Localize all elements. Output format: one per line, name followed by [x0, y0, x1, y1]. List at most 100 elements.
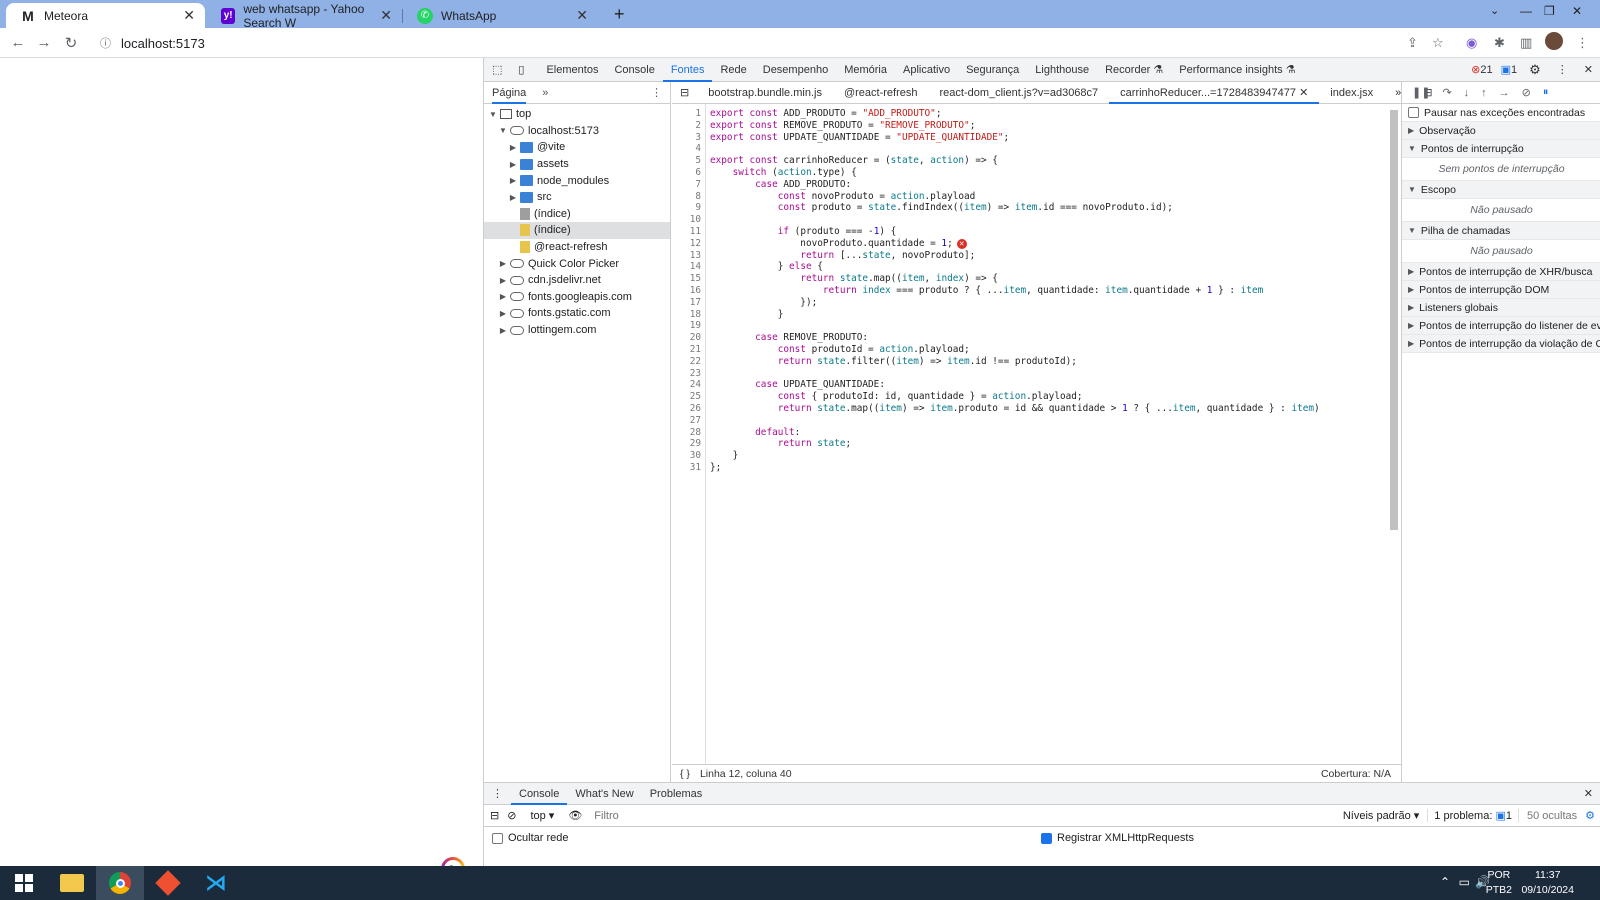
collapsed-triangle-icon[interactable]: ▶	[498, 292, 508, 301]
browser-tab-meteora[interactable]: M Meteora ✕	[6, 3, 205, 28]
extension-color-icon[interactable]: ◉	[1466, 35, 1477, 51]
code-line[interactable]: return state;	[710, 438, 851, 449]
tab-fontes[interactable]: Fontes	[662, 58, 713, 82]
profile-avatar[interactable]	[1545, 32, 1563, 50]
line-number[interactable]: 15	[690, 273, 701, 284]
console-settings-icon[interactable]: ⚙	[1585, 809, 1595, 822]
issues-counter[interactable]: 1 problema: ▣1	[1427, 809, 1519, 822]
line-number[interactable]: 23	[690, 368, 701, 379]
new-tab-button[interactable]: +	[614, 4, 625, 25]
code-line[interactable]: const produto = state.findIndex((item) =…	[710, 202, 1173, 213]
code-line[interactable]: const produtoId = action.playload;	[710, 344, 970, 355]
hide-network-checkbox[interactable]	[492, 832, 503, 844]
error-marker-icon[interactable]: ✕	[956, 238, 967, 249]
line-number[interactable]: 9	[695, 202, 701, 213]
bookmark-star-icon[interactable]: ☆	[1432, 35, 1444, 51]
browser-tab-yahoo[interactable]: y! web whatsapp - Yahoo Search W ✕	[207, 2, 403, 30]
step-out-icon[interactable]: ↑	[1481, 87, 1487, 99]
line-number[interactable]: 26	[690, 403, 701, 414]
debugger-section-header[interactable]: ▼ Pontos de interrupção	[1402, 140, 1600, 158]
tab-elementos[interactable]: Elementos	[538, 58, 606, 82]
pause-exceptions-checkbox[interactable]: Pausar nas exceções encontradas	[1402, 104, 1600, 122]
step-over-icon[interactable]: ↷	[1442, 86, 1451, 99]
sidebar-toggle-icon[interactable]: ⊟	[490, 809, 499, 822]
debugger-section-header[interactable]: ▶ Listeners globais	[1402, 299, 1600, 317]
code-line[interactable]: export const ADD_PRODUTO = "ADD_PRODUTO"…	[710, 108, 941, 119]
collapsed-triangle-icon[interactable]: ▶	[508, 143, 518, 152]
console-filter-input[interactable]	[590, 806, 1335, 825]
line-number[interactable]: 24	[690, 379, 701, 390]
back-icon[interactable]: ←	[8, 34, 28, 51]
line-number[interactable]: 20	[690, 332, 701, 343]
device-toolbar-icon[interactable]: ▯	[510, 58, 538, 82]
line-number[interactable]: 19	[690, 320, 701, 331]
line-number[interactable]: 8	[695, 191, 701, 202]
tab-console[interactable]: Console	[606, 58, 662, 82]
vscode-icon[interactable]: ⋊	[192, 866, 240, 900]
code-line[interactable]: return state.map((item) => item.produto …	[710, 403, 1320, 414]
editor-tab[interactable]: react-dom_client.js?v=ad3068c7	[928, 82, 1109, 104]
line-number[interactable]: 17	[690, 297, 701, 308]
language-indicator[interactable]: POR PTB2	[1486, 868, 1512, 898]
debugger-section-header[interactable]: ▶ Observação	[1402, 122, 1600, 140]
close-tab-icon[interactable]: ✕	[380, 8, 392, 22]
collapsed-triangle-icon[interactable]: ▶	[498, 259, 508, 268]
code-line[interactable]: return state.map((item, index) => {	[710, 273, 998, 284]
tree-item[interactable]: ▶ Quick Color Picker	[484, 255, 670, 272]
deactivate-breakpoints-icon[interactable]: ⊘	[1522, 86, 1531, 99]
tab-memoria[interactable]: Memória	[836, 58, 895, 82]
forward-icon[interactable]: →	[34, 34, 54, 51]
code-line[interactable]: export const REMOVE_PRODUTO = "REMOVE_PR…	[710, 120, 975, 131]
code-line[interactable]: return state.filter((item) => item.id !=…	[710, 356, 1077, 367]
code-line[interactable]: const { produtoId: id, quantidade } = ac…	[710, 391, 1083, 402]
line-number[interactable]: 2	[695, 120, 701, 131]
live-expression-eye-icon[interactable]: 👁	[568, 809, 582, 822]
code-line[interactable]: });	[710, 297, 817, 308]
tab-desempenho[interactable]: Desempenho	[755, 58, 836, 82]
url-bar[interactable]: ⓘ localhost:5173	[92, 32, 1388, 54]
collapsed-triangle-icon[interactable]: ▶	[508, 160, 518, 169]
code-line[interactable]: };	[710, 462, 721, 473]
debugger-section-header[interactable]: ▶ Pontos de interrupção do listener de ev	[1402, 317, 1600, 335]
info-icon[interactable]: ⓘ	[100, 35, 111, 51]
line-number[interactable]: 29	[690, 438, 701, 449]
debugger-section-header[interactable]: ▼ Escopo	[1402, 181, 1600, 199]
devtools-close-icon[interactable]: ✕	[1576, 58, 1600, 82]
line-number[interactable]: 5	[695, 155, 701, 166]
context-selector[interactable]: top ▾	[524, 809, 560, 822]
log-levels-dropdown[interactable]: Níveis padrão ▾	[1343, 809, 1419, 822]
line-number[interactable]: 28	[690, 427, 701, 438]
line-number[interactable]: 25	[690, 391, 701, 402]
close-tab-icon[interactable]: ✕	[576, 8, 588, 22]
tab-lighthouse[interactable]: Lighthouse	[1027, 58, 1097, 82]
editor-tab[interactable]: index.jsx	[1319, 82, 1384, 104]
drawer-menu-icon[interactable]: ⋮	[484, 783, 511, 805]
tree-item[interactable]: (índice)	[484, 222, 670, 239]
settings-gear-icon[interactable]: ⚙	[1521, 58, 1549, 82]
line-number[interactable]: 4	[695, 143, 701, 154]
code-line[interactable]: const novoProduto = action.playload	[710, 191, 976, 202]
expanded-triangle-icon[interactable]: ▼	[488, 110, 498, 119]
message-counter[interactable]: ▣1	[1497, 58, 1522, 82]
collapsed-triangle-icon[interactable]: ▶	[498, 276, 508, 285]
drawer-tab-whats-new[interactable]: What's New	[567, 783, 641, 805]
code-line[interactable]: case REMOVE_PRODUTO:	[710, 332, 868, 343]
tree-item[interactable]: ▶ assets	[484, 156, 670, 173]
debugger-section-header[interactable]: ▼ Pilha de chamadas	[1402, 222, 1600, 240]
close-drawer-icon[interactable]: ✕	[1576, 783, 1600, 805]
tree-item[interactable]: ▶ cdn.jsdelivr.net	[484, 272, 670, 289]
line-number[interactable]: 11	[690, 226, 701, 237]
line-number[interactable]: 18	[690, 309, 701, 320]
line-number[interactable]: 22	[690, 356, 701, 367]
debugger-section-header[interactable]: ▶ Pontos de interrupção da violação de C	[1402, 335, 1600, 353]
debugger-section-header[interactable]: ▶ Pontos de interrupção de XHR/busca	[1402, 263, 1600, 281]
tree-item[interactable]: ▼ top	[484, 106, 670, 123]
code-line[interactable]: switch (action.type) {	[710, 167, 857, 178]
code-line[interactable]: }	[710, 309, 784, 320]
code-line[interactable]: default:	[710, 427, 800, 438]
tab-seguranca[interactable]: Segurança	[958, 58, 1027, 82]
tree-item[interactable]: ▶ fonts.gstatic.com	[484, 305, 670, 322]
clear-console-icon[interactable]: ⊘	[507, 809, 516, 822]
tray-chevron-icon[interactable]: ⌃	[1440, 875, 1450, 889]
code-line[interactable]: case ADD_PRODUTO:	[710, 179, 851, 190]
